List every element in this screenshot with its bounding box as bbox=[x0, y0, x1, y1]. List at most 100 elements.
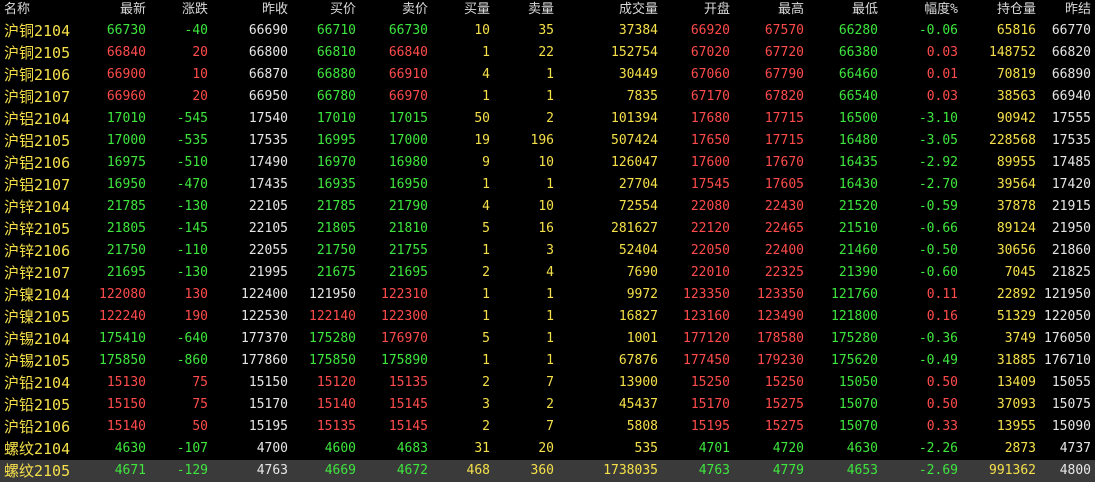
cell-volume: 16827 bbox=[618, 309, 658, 324]
cell-volume: 9972 bbox=[626, 287, 658, 302]
cell-high: 67820 bbox=[764, 89, 804, 104]
table-row[interactable]: 沪铜2107 66960 20 66950 66780 66970 1 1 7835 67170 6… bbox=[0, 86, 1095, 108]
header-volume[interactable]: 成交量 bbox=[558, 0, 662, 20]
cell-change: -535 bbox=[176, 133, 208, 148]
cell-oi: 90942 bbox=[996, 111, 1036, 126]
cell-bid-vol: 2 bbox=[482, 419, 490, 434]
cell-bid: 21675 bbox=[316, 265, 356, 280]
cell-name: 沪铜2107 bbox=[4, 88, 71, 106]
cell-prev-settle: 15055 bbox=[1051, 375, 1091, 390]
cell-bid: 66880 bbox=[316, 67, 356, 82]
cell-high: 67790 bbox=[764, 67, 804, 82]
table-row[interactable]: 沪铅2104 15130 75 15150 15120 15135 2 7 13900 15250… bbox=[0, 372, 1095, 394]
cell-low: 66460 bbox=[838, 67, 878, 82]
cell-ask: 17015 bbox=[388, 111, 428, 126]
header-latest[interactable]: 最新 bbox=[80, 0, 150, 20]
table-row[interactable]: 沪铝2107 16950 -470 17435 16935 16950 1 1 27704 175… bbox=[0, 174, 1095, 196]
cell-prev-settle: 66820 bbox=[1051, 45, 1091, 60]
table-row[interactable]: 沪铅2106 15140 50 15195 15135 15145 2 7 5808 15195 1… bbox=[0, 416, 1095, 438]
cell-ask: 21790 bbox=[388, 199, 428, 214]
cell-prev-close: 177860 bbox=[241, 353, 288, 368]
table-row[interactable]: 螺纹2105 4671 -129 4763 4669 4672 468 360 1738035 4… bbox=[0, 460, 1095, 482]
cell-ask-vol: 1 bbox=[546, 331, 554, 346]
cell-change: -129 bbox=[176, 463, 208, 478]
cell-low: 21460 bbox=[838, 243, 878, 258]
table-row[interactable]: 沪铝2104 17010 -545 17540 17010 17015 50 2 101394 1… bbox=[0, 108, 1095, 130]
cell-pct: -2.26 bbox=[918, 441, 958, 456]
table-row[interactable]: 沪锡2104 175410 -640 177370 175280 176970 5 1 1001… bbox=[0, 328, 1095, 350]
cell-change: -860 bbox=[176, 353, 208, 368]
cell-ask: 21810 bbox=[388, 221, 428, 236]
header-low[interactable]: 最低 bbox=[808, 0, 882, 20]
cell-pct: -0.06 bbox=[918, 23, 958, 38]
cell-name: 沪铝2106 bbox=[4, 154, 71, 172]
header-pct[interactable]: 幅度% bbox=[882, 0, 962, 20]
cell-pct: 0.50 bbox=[926, 375, 958, 390]
cell-bid: 121950 bbox=[309, 287, 356, 302]
table-row[interactable]: 沪锌2105 21805 -145 22105 21805 21810 5 16 281627 2… bbox=[0, 218, 1095, 240]
cell-high: 4720 bbox=[772, 441, 804, 456]
cell-change: 75 bbox=[192, 375, 208, 390]
cell-change: -145 bbox=[176, 221, 208, 236]
cell-pct: -3.10 bbox=[918, 111, 958, 126]
cell-latest: 122080 bbox=[99, 287, 146, 302]
table-row[interactable]: 沪镍2104 122080 130 122400 121950 122310 1 1 9972 1… bbox=[0, 284, 1095, 306]
cell-volume: 1738035 bbox=[603, 463, 658, 478]
table-row[interactable]: 沪镍2105 122240 190 122530 122140 122300 1 1 16827… bbox=[0, 306, 1095, 328]
cell-volume: 7690 bbox=[626, 265, 658, 280]
table-row[interactable]: 沪锡2105 175850 -860 177860 175850 175890 1 1 6787… bbox=[0, 350, 1095, 372]
table-row[interactable]: 螺纹2104 4630 -107 4700 4600 4683 31 20 535 4701 472… bbox=[0, 438, 1095, 460]
cell-ask-vol: 1 bbox=[546, 353, 554, 368]
cell-ask-vol: 20 bbox=[538, 441, 554, 456]
cell-latest: 16950 bbox=[106, 177, 146, 192]
header-oi[interactable]: 持仓量 bbox=[962, 0, 1040, 20]
cell-oi: 37093 bbox=[996, 397, 1036, 412]
table-row[interactable]: 沪铜2104 66730 -40 66690 66710 66730 10 35 37384 66… bbox=[0, 20, 1095, 42]
cell-bid-vol: 468 bbox=[466, 463, 490, 478]
cell-high: 67720 bbox=[764, 45, 804, 60]
quote-table: 名称 最新 涨跌 昨收 买价 卖价 买量 卖量 成交量 开盘 最高 最低 幅度%… bbox=[0, 0, 1095, 482]
table-row[interactable]: 沪铝2105 17000 -535 17535 16995 17000 19 196 50742… bbox=[0, 130, 1095, 152]
cell-bid: 4600 bbox=[324, 441, 356, 456]
header-bid-vol[interactable]: 买量 bbox=[432, 0, 494, 20]
table-row[interactable]: 沪铝2106 16975 -510 17490 16970 16980 9 10 126047 1… bbox=[0, 152, 1095, 174]
cell-latest: 15150 bbox=[106, 397, 146, 412]
header-change[interactable]: 涨跌 bbox=[150, 0, 212, 20]
cell-ask: 66840 bbox=[388, 45, 428, 60]
cell-name: 沪锌2105 bbox=[4, 220, 71, 238]
header-name[interactable]: 名称 bbox=[0, 0, 80, 20]
cell-low: 15070 bbox=[838, 397, 878, 412]
cell-name: 沪铜2105 bbox=[4, 44, 71, 62]
cell-ask-vol: 7 bbox=[546, 375, 554, 390]
cell-low: 175280 bbox=[831, 331, 878, 346]
cell-low: 175620 bbox=[831, 353, 878, 368]
header-high[interactable]: 最高 bbox=[734, 0, 808, 20]
table-row[interactable]: 沪铜2106 66900 10 66870 66880 66910 4 1 30449 67060… bbox=[0, 64, 1095, 86]
header-ask-vol[interactable]: 卖量 bbox=[494, 0, 558, 20]
header-prev-close[interactable]: 昨收 bbox=[212, 0, 292, 20]
cell-volume: 101394 bbox=[611, 111, 658, 126]
cell-pct: 0.11 bbox=[926, 287, 958, 302]
cell-ask-vol: 1 bbox=[546, 89, 554, 104]
header-prev-settle[interactable]: 昨结 bbox=[1040, 0, 1095, 20]
cell-open: 123350 bbox=[683, 287, 730, 302]
cell-prev-settle: 21915 bbox=[1051, 199, 1091, 214]
cell-ask: 122310 bbox=[381, 287, 428, 302]
cell-change: -470 bbox=[176, 177, 208, 192]
cell-bid: 16935 bbox=[316, 177, 356, 192]
cell-ask: 4672 bbox=[396, 463, 428, 478]
header-open[interactable]: 开盘 bbox=[662, 0, 734, 20]
header-bid[interactable]: 买价 bbox=[292, 0, 360, 20]
cell-pct: -2.92 bbox=[918, 155, 958, 170]
table-row[interactable]: 沪锌2104 21785 -130 22105 21785 21790 4 10 72554 22… bbox=[0, 196, 1095, 218]
table-row[interactable]: 沪铅2105 15150 75 15170 15140 15145 3 2 45437 15170… bbox=[0, 394, 1095, 416]
cell-bid: 21805 bbox=[316, 221, 356, 236]
table-row[interactable]: 沪锌2107 21695 -130 21995 21675 21695 2 4 7690 2201… bbox=[0, 262, 1095, 284]
table-row[interactable]: 沪铜2105 66840 20 66800 66810 66840 1 22 152754 670… bbox=[0, 42, 1095, 64]
header-ask[interactable]: 卖价 bbox=[360, 0, 432, 20]
table-row[interactable]: 沪锌2106 21750 -110 22055 21750 21755 1 3 52404 220… bbox=[0, 240, 1095, 262]
cell-change: 10 bbox=[192, 67, 208, 82]
cell-ask-vol: 16 bbox=[538, 221, 554, 236]
cell-prev-settle: 66890 bbox=[1051, 67, 1091, 82]
cell-low: 21510 bbox=[838, 221, 878, 236]
